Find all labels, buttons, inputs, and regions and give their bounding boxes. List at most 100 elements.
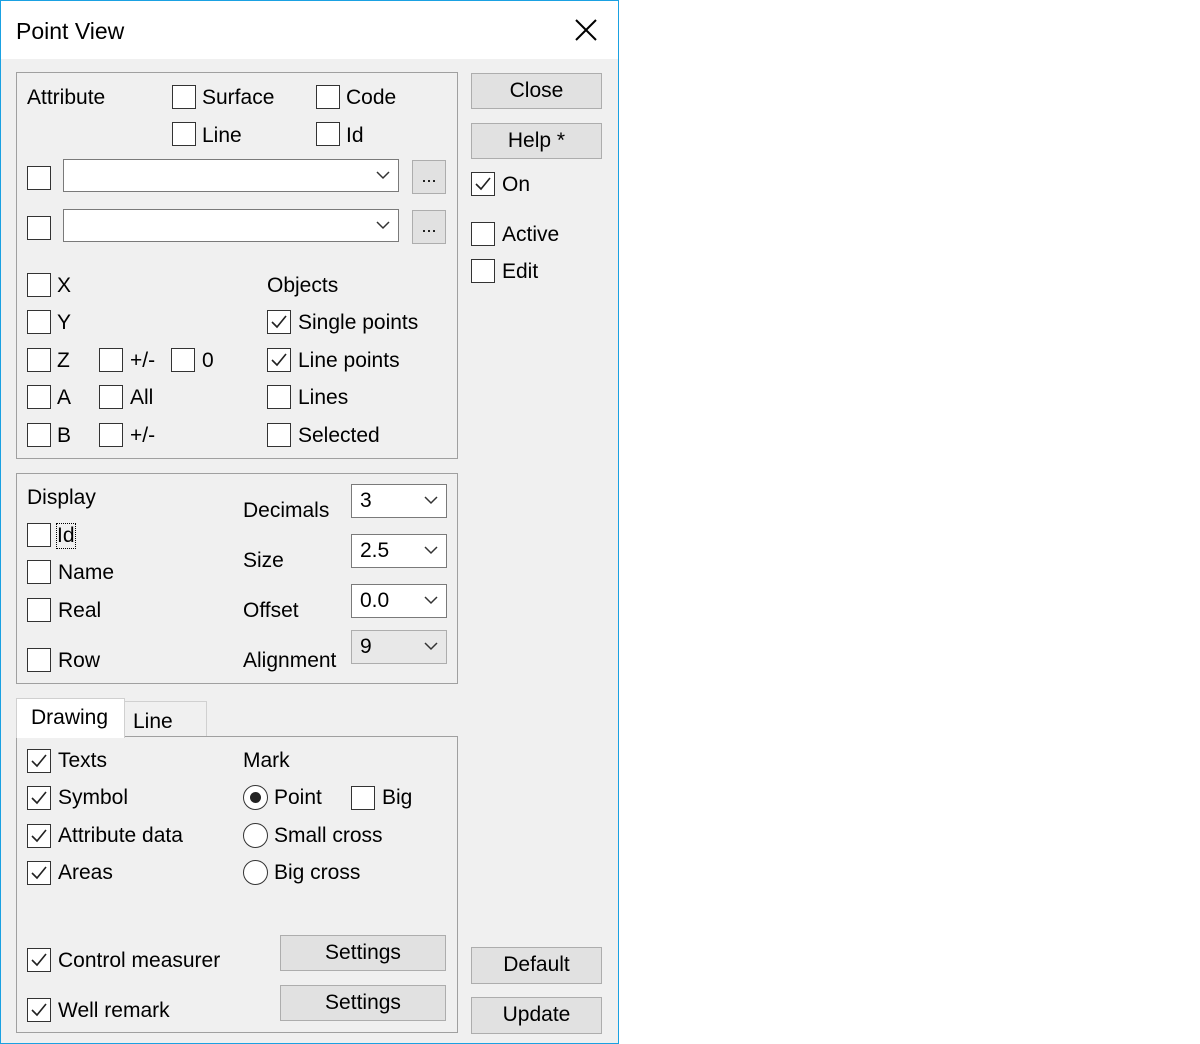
mark-big-cross-label: Big cross [274, 861, 361, 884]
mark-title: Mark [243, 749, 290, 772]
point-view-dialog: Point View Attribute Surface Code Line I… [0, 0, 619, 1044]
a-label: A [57, 386, 72, 409]
active-checkbox[interactable] [471, 222, 495, 246]
areas-checkbox[interactable] [27, 861, 51, 885]
z-zero-label: 0 [202, 349, 214, 372]
line-points-label: Line points [298, 349, 400, 372]
mark-small-cross-radio[interactable] [243, 823, 268, 848]
id-checkbox[interactable] [316, 122, 340, 146]
alignment-value: 9 [360, 635, 372, 658]
title-bar: Point View [1, 1, 618, 59]
active-label: Active [502, 223, 560, 246]
line-points-checkbox[interactable] [267, 348, 291, 372]
chevron-down-icon [424, 496, 438, 505]
surface-checkbox[interactable] [172, 85, 196, 109]
alignment-label: Alignment [243, 649, 337, 672]
symbol-checkbox[interactable] [27, 786, 51, 810]
z-zero-checkbox[interactable] [171, 348, 195, 372]
display-name-checkbox[interactable] [27, 560, 51, 584]
size-value: 2.5 [360, 539, 390, 562]
tab-line[interactable]: Line [124, 701, 207, 737]
offset-value: 0.0 [360, 589, 390, 612]
well-remark-settings-button[interactable]: Settings [280, 985, 446, 1021]
decimals-select[interactable]: 3 [351, 484, 447, 518]
objects-title: Objects [267, 274, 339, 297]
tab-drawing[interactable]: Drawing [16, 698, 125, 738]
tab-drawing-label: Drawing [31, 706, 109, 729]
check-icon [31, 1003, 47, 1017]
attribute1-checkbox[interactable] [27, 166, 51, 190]
check-icon [31, 866, 47, 880]
well-remark-checkbox[interactable] [27, 998, 51, 1022]
control-measurer-settings-button[interactable]: Settings [280, 935, 446, 971]
selected-checkbox[interactable] [267, 423, 291, 447]
code-label: Code [346, 86, 397, 109]
edit-checkbox[interactable] [471, 259, 495, 283]
update-button[interactable]: Update [471, 997, 602, 1034]
lines-checkbox[interactable] [267, 385, 291, 409]
alignment-select[interactable]: 9 [351, 630, 447, 664]
offset-label: Offset [243, 599, 299, 622]
control-measurer-checkbox[interactable] [27, 948, 51, 972]
selected-label: Selected [298, 424, 380, 447]
control-measurer-label: Control measurer [58, 949, 221, 972]
id-label: Id [346, 124, 364, 147]
attribute-group: Attribute Surface Code Line Id ... ... X… [16, 72, 458, 459]
y-checkbox[interactable] [27, 310, 51, 334]
mark-big-cross-radio[interactable] [243, 860, 268, 885]
z-checkbox[interactable] [27, 348, 51, 372]
attribute-data-label: Attribute data [58, 824, 183, 847]
code-checkbox[interactable] [316, 85, 340, 109]
a-all-label: All [130, 386, 154, 409]
chevron-down-icon [424, 546, 438, 555]
single-points-checkbox[interactable] [267, 310, 291, 334]
attribute-label: Attribute [27, 86, 106, 109]
display-real-checkbox[interactable] [27, 598, 51, 622]
symbol-label: Symbol [58, 786, 129, 809]
b-plusminus-checkbox[interactable] [99, 423, 123, 447]
attribute2-combo[interactable] [63, 209, 399, 242]
attribute-data-checkbox[interactable] [27, 824, 51, 848]
b-label: B [57, 424, 72, 447]
line-checkbox[interactable] [172, 122, 196, 146]
areas-label: Areas [58, 861, 113, 884]
attribute2-browse-button[interactable]: ... [412, 210, 446, 244]
on-checkbox[interactable] [471, 172, 495, 196]
offset-select[interactable]: 0.0 [351, 584, 447, 618]
big-label: Big [382, 786, 413, 809]
a-all-checkbox[interactable] [99, 385, 123, 409]
z-label: Z [57, 349, 70, 372]
display-id-checkbox[interactable] [27, 523, 51, 547]
check-icon [31, 791, 47, 805]
check-icon [31, 754, 47, 768]
size-label: Size [243, 549, 284, 572]
display-group: Display Id Name Real Row Decimals 3 Size… [16, 473, 458, 684]
default-button[interactable]: Default [471, 947, 602, 984]
check-icon [31, 829, 47, 843]
close-icon[interactable] [569, 13, 603, 47]
x-label: X [57, 274, 72, 297]
attribute1-browse-button[interactable]: ... [412, 160, 446, 194]
radio-selected-dot [249, 791, 261, 803]
b-checkbox[interactable] [27, 423, 51, 447]
display-title: Display [27, 486, 96, 509]
well-remark-label: Well remark [58, 999, 170, 1022]
size-select[interactable]: 2.5 [351, 534, 447, 568]
display-name-label: Name [58, 561, 115, 584]
attribute1-combo[interactable] [63, 159, 399, 192]
z-plusminus-checkbox[interactable] [99, 348, 123, 372]
chevron-down-icon [424, 642, 438, 651]
lines-label: Lines [298, 386, 349, 409]
close-button[interactable]: Close [471, 73, 602, 109]
display-real-label: Real [58, 599, 102, 622]
chevron-down-icon [376, 171, 390, 180]
mark-point-radio[interactable] [243, 785, 268, 810]
a-checkbox[interactable] [27, 385, 51, 409]
attribute2-checkbox[interactable] [27, 216, 51, 240]
x-checkbox[interactable] [27, 273, 51, 297]
display-row-checkbox[interactable] [27, 648, 51, 672]
texts-checkbox[interactable] [27, 749, 51, 773]
help-button[interactable]: Help * [471, 123, 602, 159]
check-icon [271, 353, 287, 367]
big-checkbox[interactable] [351, 786, 375, 810]
